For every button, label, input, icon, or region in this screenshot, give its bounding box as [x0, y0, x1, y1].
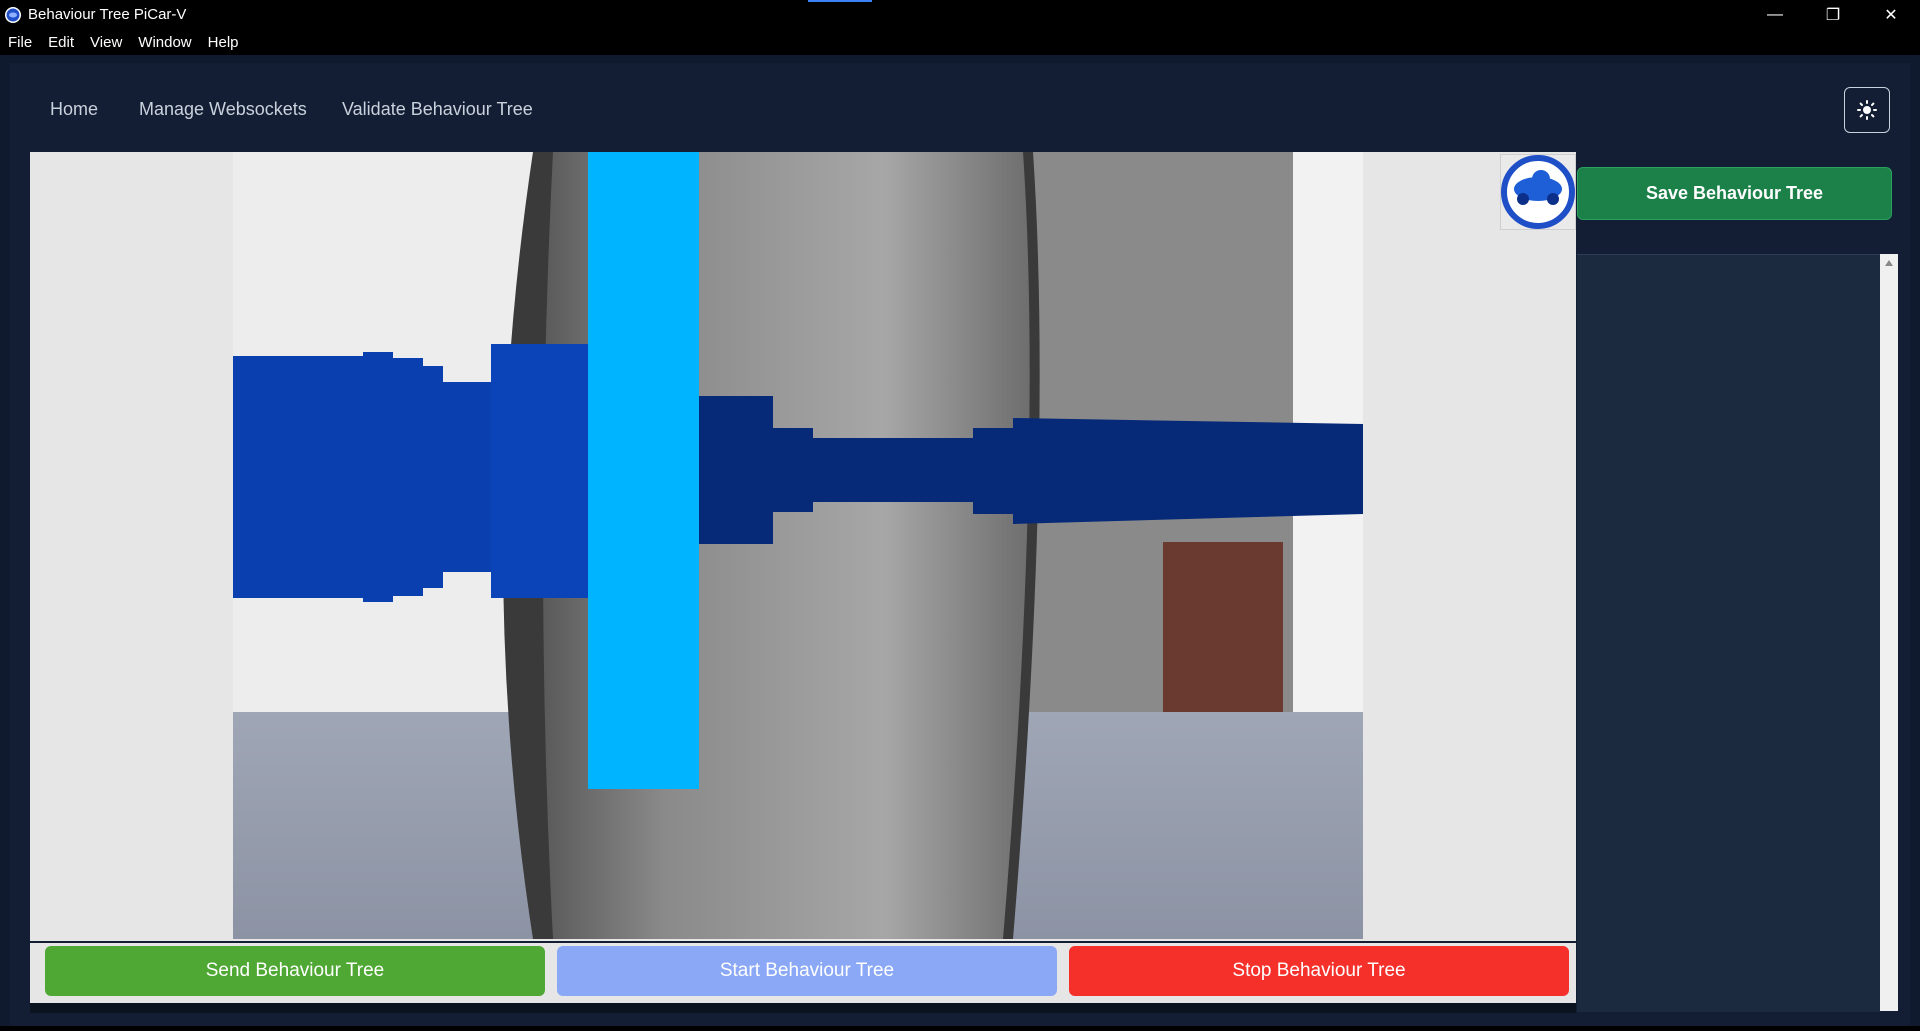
sun-icon	[1857, 100, 1877, 120]
scroll-up-icon[interactable]	[1885, 260, 1893, 266]
window-title: Behaviour Tree PiCar-V	[28, 6, 187, 23]
stop-behaviour-tree-button[interactable]: Stop Behaviour Tree	[1069, 946, 1569, 996]
send-behaviour-tree-button[interactable]: Send Behaviour Tree	[45, 946, 545, 996]
camera-canvas-area	[30, 152, 1576, 941]
camera-feed-image	[233, 152, 1363, 939]
minimize-button[interactable]: —	[1746, 0, 1804, 29]
menu-file[interactable]: File	[0, 34, 40, 51]
title-accent	[808, 0, 872, 2]
theme-toggle-button[interactable]	[1844, 87, 1890, 133]
camera-feed	[233, 152, 1363, 939]
bottom-strip	[30, 1003, 1576, 1013]
start-behaviour-tree-button[interactable]: Start Behaviour Tree	[557, 946, 1057, 996]
app-logo-icon	[5, 6, 21, 23]
menu-edit[interactable]: Edit	[40, 34, 82, 51]
side-panel	[1577, 254, 1880, 1012]
navbar: Home Manage Websockets Validate Behaviou…	[10, 63, 1910, 153]
taskbar-edge	[0, 1026, 1920, 1031]
menu-window[interactable]: Window	[130, 34, 199, 51]
close-button[interactable]: ✕	[1862, 0, 1920, 29]
picar-logo	[1500, 154, 1576, 230]
menu-bar: File Edit View Window Help	[0, 29, 1920, 55]
menu-help[interactable]: Help	[200, 34, 247, 51]
title-bar: Behaviour Tree PiCar-V — ❐ ✕	[0, 0, 1920, 29]
menu-view[interactable]: View	[82, 34, 130, 51]
restore-button[interactable]: ❐	[1804, 0, 1862, 29]
picar-logo-icon	[1501, 155, 1575, 229]
nav-home[interactable]: Home	[50, 99, 98, 120]
nav-validate-behaviour-tree[interactable]: Validate Behaviour Tree	[342, 99, 533, 120]
app-container: Home Manage Websockets Validate Behaviou…	[10, 63, 1910, 1031]
side-panel-scrollbar[interactable]	[1880, 254, 1898, 1011]
nav-manage-websockets[interactable]: Manage Websockets	[139, 99, 307, 120]
control-buttons: Send Behaviour Tree Start Behaviour Tree…	[30, 943, 1576, 1003]
save-behaviour-tree-button[interactable]: Save Behaviour Tree	[1577, 167, 1892, 220]
